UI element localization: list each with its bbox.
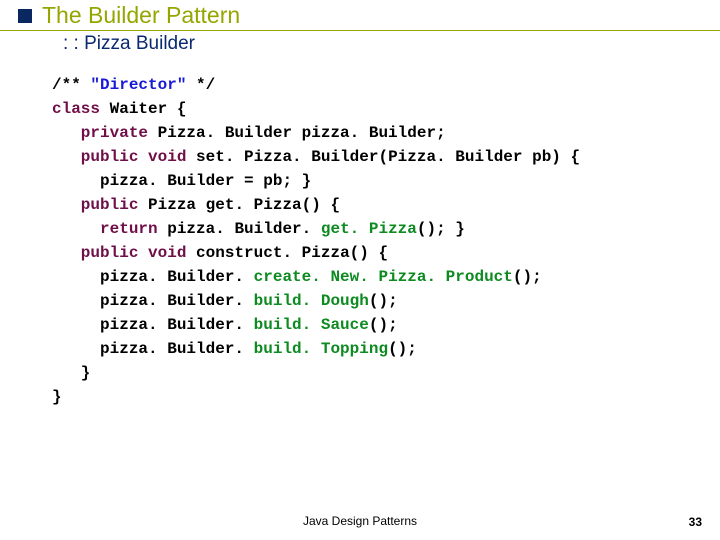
- code-line: pizza. Builder. create. New. Pizza. Prod…: [52, 268, 542, 286]
- code-block: /** "Director" */ class Waiter { private…: [52, 73, 720, 409]
- code-line: pizza. Builder. build. Topping();: [52, 340, 417, 358]
- footer-center-text: Java Design Patterns: [0, 514, 720, 528]
- page-number: 33: [689, 515, 702, 529]
- slide-title: The Builder Pattern: [42, 2, 240, 29]
- code-line: pizza. Builder. build. Sauce();: [52, 316, 398, 334]
- code-line: private Pizza. Builder pizza. Builder;: [52, 124, 446, 142]
- code-line: public void construct. Pizza() {: [52, 244, 388, 262]
- code-line: }: [52, 388, 62, 406]
- title-bullet-icon: [18, 9, 32, 23]
- title-row: The Builder Pattern: [0, 2, 720, 31]
- code-line: }: [52, 364, 90, 382]
- code-line: return pizza. Builder. get. Pizza(); }: [52, 220, 465, 238]
- code-line: public Pizza get. Pizza() {: [52, 196, 340, 214]
- code-line: public void set. Pizza. Builder(Pizza. B…: [52, 148, 580, 166]
- code-line: pizza. Builder = pb; }: [52, 172, 311, 190]
- slide-header: The Builder Pattern : : Pizza Builder: [0, 0, 720, 55]
- code-line: pizza. Builder. build. Dough();: [52, 292, 398, 310]
- slide-subtitle: : : Pizza Builder: [63, 33, 195, 55]
- subtitle-row: : : Pizza Builder: [0, 31, 720, 55]
- code-line: class Waiter {: [52, 100, 186, 118]
- code-line: /** "Director" */: [52, 76, 215, 94]
